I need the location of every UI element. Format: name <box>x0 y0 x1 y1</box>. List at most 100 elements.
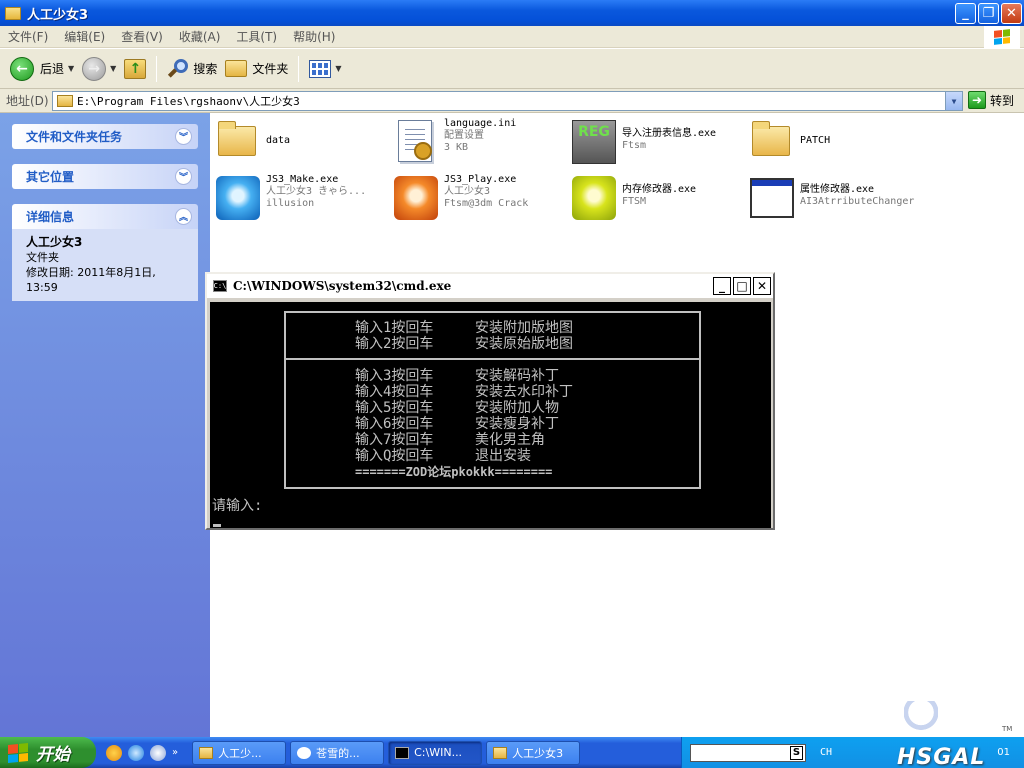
address-bar: 地址(D) E:\Program Files\rgshaonv\人工少女3 ▼ … <box>0 89 1024 113</box>
cmd-title-bar[interactable]: C:\ C:\WINDOWS\system32\cmd.exe _ □ ✕ <box>207 274 773 298</box>
console-prompt: 请输入: <box>212 498 263 514</box>
console-line: 输入7按回车 美化男主角 <box>355 432 545 448</box>
minimize-button[interactable]: _ <box>955 3 976 24</box>
menu-tools[interactable]: 工具(T) <box>228 28 285 45</box>
file-item-js3-make[interactable]: JS3_Make.exe 人工少女3 きゃら... illusion <box>214 174 366 226</box>
search-button[interactable]: 搜索 <box>163 54 221 84</box>
chevron-right-icon[interactable]: » <box>172 747 178 758</box>
file-item-language-ini[interactable]: language.ini 配置设置 3 KB <box>392 118 516 170</box>
console-footer: =======ZOD论坛pkokkk======== <box>355 465 553 479</box>
other-places-panel: 其它位置 ︾ <box>12 164 198 189</box>
chevron-down-icon[interactable]: ▼ <box>335 64 341 73</box>
taskbar-item[interactable]: 苍雪的... <box>290 740 385 765</box>
back-button[interactable]: ← 后退 ▼ <box>6 54 78 84</box>
menu-view[interactable]: 查看(V) <box>113 28 171 45</box>
file-item-attribute-editor[interactable]: 属性修改器.exe AI3AtrributeChanger <box>748 174 914 226</box>
console-line: 输入1按回车 安装附加版地图 <box>355 320 573 336</box>
ie-icon[interactable] <box>128 744 144 761</box>
file-item-data[interactable]: data <box>214 118 290 170</box>
views-button[interactable]: ▼ <box>305 54 345 84</box>
folders-button[interactable]: 文件夹 <box>221 54 292 84</box>
console-line: 输入4按回车 安装去水印补丁 <box>355 384 573 400</box>
go-arrow-icon: ➜ <box>968 91 986 109</box>
address-input[interactable]: E:\Program Files\rgshaonv\人工少女3 ▼ <box>52 91 963 111</box>
details-panel: 详细信息 ︽ 人工少女3 文件夹 修改日期: 2011年8月1日, 13:59 <box>12 204 198 301</box>
console-output[interactable]: 输入1按回车 安装附加版地图 输入2按回车 安装原始版地图 输入3按回车 安装解码补丁… <box>210 302 771 528</box>
cmd-window-controls: _ □ ✕ <box>713 277 771 295</box>
chevron-down-icon[interactable]: ▼ <box>68 64 74 73</box>
folder-icon <box>493 746 508 759</box>
ime-s-button[interactable]: S <box>790 745 803 760</box>
chevron-down-icon[interactable]: ︾ <box>175 168 192 185</box>
back-label: 后退 <box>40 62 65 76</box>
folder-up-icon: ↑ <box>124 58 147 79</box>
file-item-memory-editor[interactable]: 内存修改器.exe FTSM <box>570 174 696 226</box>
console-line: 输入6按回车 安装瘦身补丁 <box>355 416 559 432</box>
window-title-bar[interactable]: 人工少女3 _ ❐ ✕ <box>0 0 1024 26</box>
ime-indicator[interactable]: CH <box>820 747 832 758</box>
taskbar-item[interactable]: C:\WIN... <box>388 740 483 765</box>
console-line: 输入Q按回车 退出安装 <box>355 448 531 464</box>
chevron-up-icon[interactable]: ︽ <box>175 208 192 225</box>
task-pane: 文件和文件夹任务 ︾ 其它位置 ︾ 详细信息 ︽ 人工少女3 文件夹 修改日期:… <box>0 113 210 737</box>
address-label: 地址(D) <box>6 94 49 108</box>
file-name: 导入注册表信息.exe <box>622 128 717 139</box>
file-item-patch[interactable]: PATCH <box>748 118 830 170</box>
clock[interactable]: 01 <box>997 747 1010 758</box>
messenger-icon[interactable] <box>106 744 122 761</box>
start-button[interactable]: 开始 <box>0 737 96 768</box>
close-button[interactable]: ✕ <box>1001 3 1022 24</box>
file-description: 人工少女3 きゃら... <box>266 186 367 197</box>
other-places-header[interactable]: 其它位置 ︾ <box>12 164 198 189</box>
file-item-js3-play[interactable]: JS3_Play.exe 人工少女3 Ftsm@3dm Crack <box>392 174 528 226</box>
file-description: 人工少女3 <box>444 186 491 197</box>
back-arrow-icon: ← <box>10 56 34 81</box>
details-header[interactable]: 详细信息 ︽ <box>12 204 198 229</box>
app-icon <box>570 174 618 222</box>
address-dropdown-button[interactable]: ▼ <box>945 92 962 110</box>
browser-icon <box>297 746 312 759</box>
ini-file-icon <box>392 118 440 166</box>
go-button[interactable]: ➜ 转到 <box>968 91 1014 109</box>
cmd-window[interactable]: C:\ C:\WINDOWS\system32\cmd.exe _ □ ✕ 输入… <box>205 272 775 530</box>
file-company: FTSM <box>622 196 647 207</box>
file-name: 内存修改器.exe <box>622 184 697 195</box>
file-item-import-registry[interactable]: REG 导入注册表信息.exe Ftsm <box>570 118 716 170</box>
views-icon <box>309 59 332 78</box>
menu-file[interactable]: 文件(F) <box>0 28 56 45</box>
file-tasks-panel: 文件和文件夹任务 ︾ <box>12 124 198 149</box>
forward-arrow-icon: → <box>82 56 107 81</box>
menu-favorites[interactable]: 收藏(A) <box>171 28 229 45</box>
brand-trademark: TM <box>1002 725 1013 733</box>
file-name: language.ini <box>444 118 517 129</box>
taskbar-item[interactable]: 人工少女3 <box>486 740 581 765</box>
media-icon[interactable] <box>150 744 166 761</box>
menu-help[interactable]: 帮助(H) <box>285 28 343 45</box>
taskbar-item-label: 苍雪的... <box>316 746 360 760</box>
file-name: JS3_Make.exe <box>266 174 339 185</box>
console-line: 输入2按回车 安装原始版地图 <box>355 336 573 352</box>
file-name: data <box>266 135 291 146</box>
menu-edit[interactable]: 编辑(E) <box>56 28 113 45</box>
chevron-down-icon[interactable]: ︾ <box>175 128 192 145</box>
file-tasks-header[interactable]: 文件和文件夹任务 ︾ <box>12 124 198 149</box>
forward-button[interactable]: → ▼ <box>78 54 120 84</box>
maximize-button[interactable]: ❐ <box>978 3 999 24</box>
taskbar-item[interactable]: 人工少... <box>192 740 287 765</box>
detail-name: 人工少女3 <box>26 235 83 249</box>
file-size: 3 KB <box>444 142 469 153</box>
details-body: 人工少女3 文件夹 修改日期: 2011年8月1日, 13:59 <box>12 229 198 301</box>
cmd-icon: C:\ <box>213 280 227 292</box>
taskbar-item-label: 人工少... <box>218 746 262 760</box>
console-line: 输入5按回车 安装附加人物 <box>355 400 559 416</box>
ime-input[interactable]: S <box>690 743 806 762</box>
up-button[interactable]: ↑ <box>120 54 150 84</box>
file-type: 配置设置 <box>444 130 484 141</box>
taskbar-item-label: C:\WIN... <box>414 746 463 759</box>
cmd-close-button[interactable]: ✕ <box>753 277 771 295</box>
chevron-down-icon[interactable]: ▼ <box>110 64 116 73</box>
start-label: 开始 <box>36 745 70 765</box>
cmd-minimize-button[interactable]: _ <box>713 277 731 295</box>
detail-type: 文件夹 <box>26 251 59 264</box>
cmd-maximize-button[interactable]: □ <box>733 277 751 295</box>
